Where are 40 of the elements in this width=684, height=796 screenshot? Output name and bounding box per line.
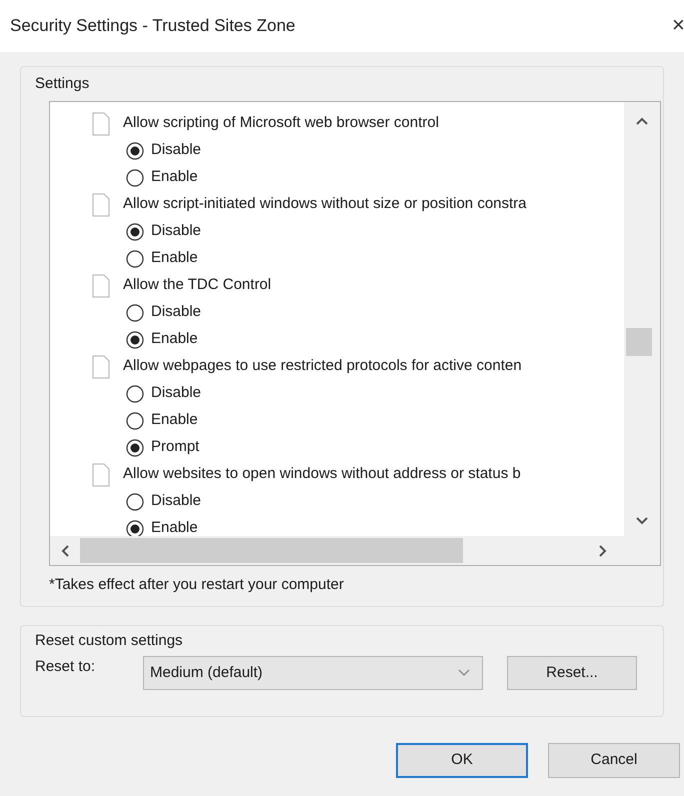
dialog-button[interactable]: OK xyxy=(396,743,528,778)
dialog-button[interactable]: Cancel xyxy=(548,743,680,778)
dropdown-caret-icon xyxy=(458,669,470,677)
setting-label: Allow websites to open windows without address or status b xyxy=(123,464,521,484)
scroll-right-icon xyxy=(598,544,608,558)
setting-label: Allow script-initiated windows without size or position constra xyxy=(123,194,527,214)
radio-option[interactable]: Prompt xyxy=(126,436,200,459)
radio-option[interactable]: Disable xyxy=(126,220,202,243)
document-icon xyxy=(92,274,110,298)
group-label: Reset custom settings xyxy=(35,631,184,651)
setting-label: Allow webpages to use restricted protocols for active conten xyxy=(123,356,522,376)
scroll-thumb[interactable] xyxy=(80,538,463,563)
level-dropdown[interactable]: Medium (default) xyxy=(143,656,483,690)
settings-list[interactable] xyxy=(49,101,661,566)
radio-option[interactable]: Disable xyxy=(126,382,202,405)
reset-button[interactable]: Reset... xyxy=(507,656,637,690)
close-button[interactable]: × xyxy=(672,12,684,38)
window-title: Security Settings - Trusted Sites Zone xyxy=(10,15,296,38)
document-icon xyxy=(92,192,110,216)
vertical-scrollbar[interactable] xyxy=(624,102,660,536)
setting-label: Allow scripting of Microsoft web browser control xyxy=(123,113,439,134)
radio-option[interactable]: Disable xyxy=(126,490,202,513)
radio-option[interactable]: Enable xyxy=(126,247,198,270)
radio-option[interactable]: Disable xyxy=(126,301,202,324)
setting-label: Allow the TDC Control xyxy=(123,275,272,296)
document-icon xyxy=(92,354,110,378)
radio-option[interactable]: Enable xyxy=(126,328,198,351)
restart-note: *Takes effect after you restart your computer xyxy=(49,575,345,595)
reset-to-label: Reset to: xyxy=(35,657,96,677)
radio-option[interactable]: Disable xyxy=(126,139,202,162)
radio-option[interactable]: Enable xyxy=(126,409,198,432)
scroll-down-icon xyxy=(635,516,649,526)
scroll-up-icon xyxy=(635,116,649,126)
scroll-left-icon xyxy=(60,544,70,558)
radio-option[interactable]: Enable xyxy=(126,166,198,189)
scroll-thumb[interactable] xyxy=(626,328,652,356)
document-icon xyxy=(92,112,110,136)
document-icon xyxy=(92,462,110,486)
horizontal-scrollbar[interactable] xyxy=(50,536,660,565)
group-label: Settings xyxy=(35,74,90,94)
